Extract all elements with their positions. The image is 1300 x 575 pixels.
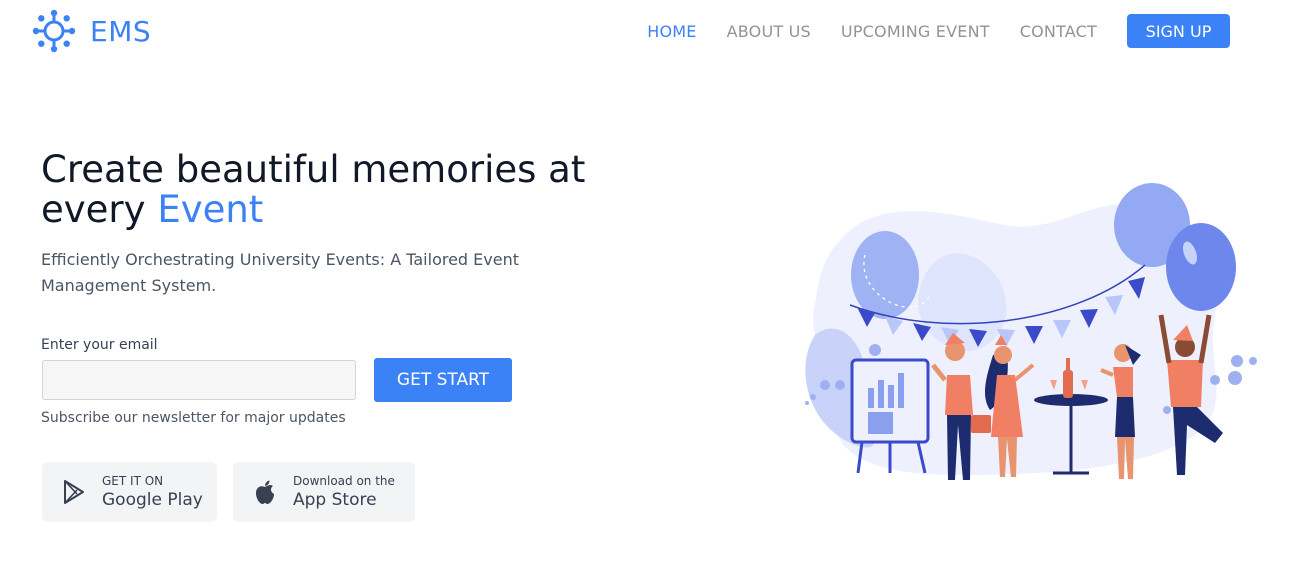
app-store-big: App Store	[293, 490, 377, 510]
logo[interactable]: EMS	[30, 7, 151, 55]
nav-home[interactable]: HOME	[647, 22, 696, 41]
balloon-left	[851, 231, 919, 319]
nav-contact[interactable]: CONTACT	[1020, 22, 1097, 41]
app-store-small: Download on the	[293, 474, 395, 488]
hero-title: Create beautiful memories at every Event	[41, 150, 641, 230]
get-start-button[interactable]: GET START	[374, 358, 512, 402]
main-nav: HOME ABOUT US UPCOMING EVENT CONTACT SIG…	[647, 14, 1230, 48]
app-store-button[interactable]: Download on the App Store	[233, 462, 415, 522]
newsletter-note: Subscribe our newsletter for major updat…	[41, 410, 346, 426]
party-illustration	[805, 183, 1257, 480]
sign-up-button[interactable]: SIGN UP	[1127, 14, 1230, 48]
hero-title-text: Create beautiful memories at every	[41, 148, 586, 231]
play-store-icon	[64, 480, 84, 504]
apple-icon	[256, 480, 274, 504]
google-play-button[interactable]: GET IT ON Google Play	[42, 462, 217, 522]
google-play-big: Google Play	[102, 490, 203, 510]
nav-about-us[interactable]: ABOUT US	[727, 22, 811, 41]
brand-name: EMS	[90, 14, 152, 48]
balloon-front	[1166, 223, 1236, 311]
google-play-small: GET IT ON	[102, 474, 164, 488]
ems-logo-icon	[32, 9, 76, 53]
app-store-text: Download on the App Store	[293, 474, 395, 510]
nav-upcoming-event[interactable]: UPCOMING EVENT	[841, 22, 990, 41]
google-play-text: GET IT ON Google Play	[102, 474, 203, 510]
hero-subtitle: Efficiently Orchestrating University Eve…	[41, 250, 520, 295]
email-input[interactable]	[42, 360, 356, 400]
hero-title-accent: Event	[157, 188, 264, 231]
email-label: Enter your email	[41, 337, 158, 353]
navbar: EMS HOME ABOUT US UPCOMING EVENT CONTACT…	[0, 0, 1300, 62]
